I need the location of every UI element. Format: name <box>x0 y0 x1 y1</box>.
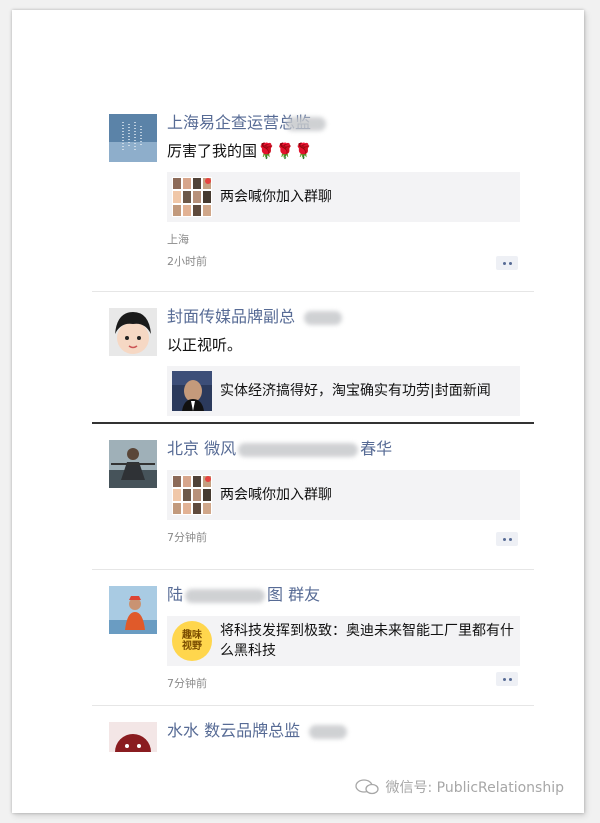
logo-text-bottom: 视野 <box>182 641 202 652</box>
post-author[interactable]: 陆 图 群友 <box>167 584 520 606</box>
group-chat-thumbnail <box>172 177 212 217</box>
watermark-text: 微信号: PublicRelationship <box>385 780 564 796</box>
avatar[interactable] <box>109 114 157 162</box>
post-time: 7分钟前 <box>167 677 207 690</box>
redaction-blur <box>309 724 348 739</box>
avatar[interactable] <box>109 308 157 356</box>
wechat-watermark: 微信号: PublicRelationship <box>355 777 564 797</box>
comment-button[interactable] <box>496 256 518 270</box>
shared-link-card[interactable]: 趣味 视野 将科技发挥到极致：奥迪未来智能工厂里都有什么黑科技 <box>167 616 520 666</box>
moment-post: 封面传媒品牌副总 以正视听。 实体经济搞得好，淘宝确实有功劳|封面新闻 <box>92 291 534 422</box>
comment-button[interactable] <box>496 532 518 546</box>
avatar[interactable] <box>109 722 157 752</box>
post-author[interactable]: 封面传媒品牌副总 <box>167 306 520 328</box>
post-author[interactable]: 上海易企查运营总监 <box>167 112 520 134</box>
moment-post: 上海易企查运营总监 厉害了我的国🌹🌹🌹 两会喊你加入群聊 上海 2小时前 <box>92 98 534 291</box>
redaction-blur <box>304 310 343 325</box>
wechat-icon <box>355 779 380 795</box>
post-author[interactable]: 水水 数云品牌总监 <box>167 720 520 742</box>
red-badge-icon <box>205 476 211 482</box>
moment-post: 水水 数云品牌总监 <box>92 705 534 766</box>
moments-feed: 上海易企查运营总监 厉害了我的国🌹🌹🌹 两会喊你加入群聊 上海 2小时前 封面传… <box>92 98 534 766</box>
post-time: 7分钟前 <box>167 531 207 544</box>
shared-link-card[interactable]: 两会喊你加入群聊 <box>167 470 520 520</box>
shared-link-card[interactable]: 两会喊你加入群聊 <box>167 172 520 222</box>
avatar[interactable] <box>109 586 157 634</box>
redaction-blur <box>185 588 266 603</box>
redaction-blur <box>286 116 327 131</box>
moment-post: 北京 微风 春华 两会喊你加入群聊 7分钟前 <box>92 422 534 569</box>
logo-text-top: 趣味 <box>182 630 202 641</box>
post-location[interactable]: 上海 <box>167 232 520 248</box>
post-text: 以正视听。 <box>167 336 243 354</box>
news-thumbnail <box>172 371 212 411</box>
post-author[interactable]: 北京 微风 春华 <box>167 438 520 460</box>
shared-link-card[interactable]: 实体经济搞得好，淘宝确实有功劳|封面新闻 <box>167 366 520 416</box>
shared-link-title: 实体经济搞得好，淘宝确实有功劳|封面新闻 <box>220 383 491 399</box>
post-time: 2小时前 <box>167 255 207 268</box>
shared-link-title: 将科技发挥到极致：奥迪未来智能工厂里都有什么黑科技 <box>220 623 514 659</box>
post-author-name-end: 图 群友 <box>267 585 321 604</box>
shared-link-title: 两会喊你加入群聊 <box>220 189 332 205</box>
comment-button[interactable] <box>496 672 518 686</box>
post-author-name: 北京 微风 <box>167 439 237 458</box>
group-chat-thumbnail <box>172 475 212 515</box>
post-author-name: 陆 <box>167 585 184 604</box>
moment-post: 陆 图 群友 趣味 视野 将科技发挥到极致：奥迪未来智能工厂里都有什么黑科技 7分… <box>92 569 534 705</box>
post-text: 厉害了我的国🌹🌹🌹 <box>167 142 314 160</box>
post-author-name-end: 春华 <box>360 439 393 458</box>
post-author-name: 封面传媒品牌副总 <box>167 307 296 326</box>
post-author-name: 水水 数云品牌总监 <box>167 721 301 740</box>
red-badge-icon <box>205 178 211 184</box>
avatar[interactable] <box>109 440 157 488</box>
shared-link-title: 两会喊你加入群聊 <box>220 487 332 503</box>
screenshot-paper: 上海易企查运营总监 厉害了我的国🌹🌹🌹 两会喊你加入群聊 上海 2小时前 封面传… <box>12 10 584 813</box>
quweishiye-logo: 趣味 视野 <box>172 621 212 661</box>
redaction-blur <box>238 442 359 457</box>
